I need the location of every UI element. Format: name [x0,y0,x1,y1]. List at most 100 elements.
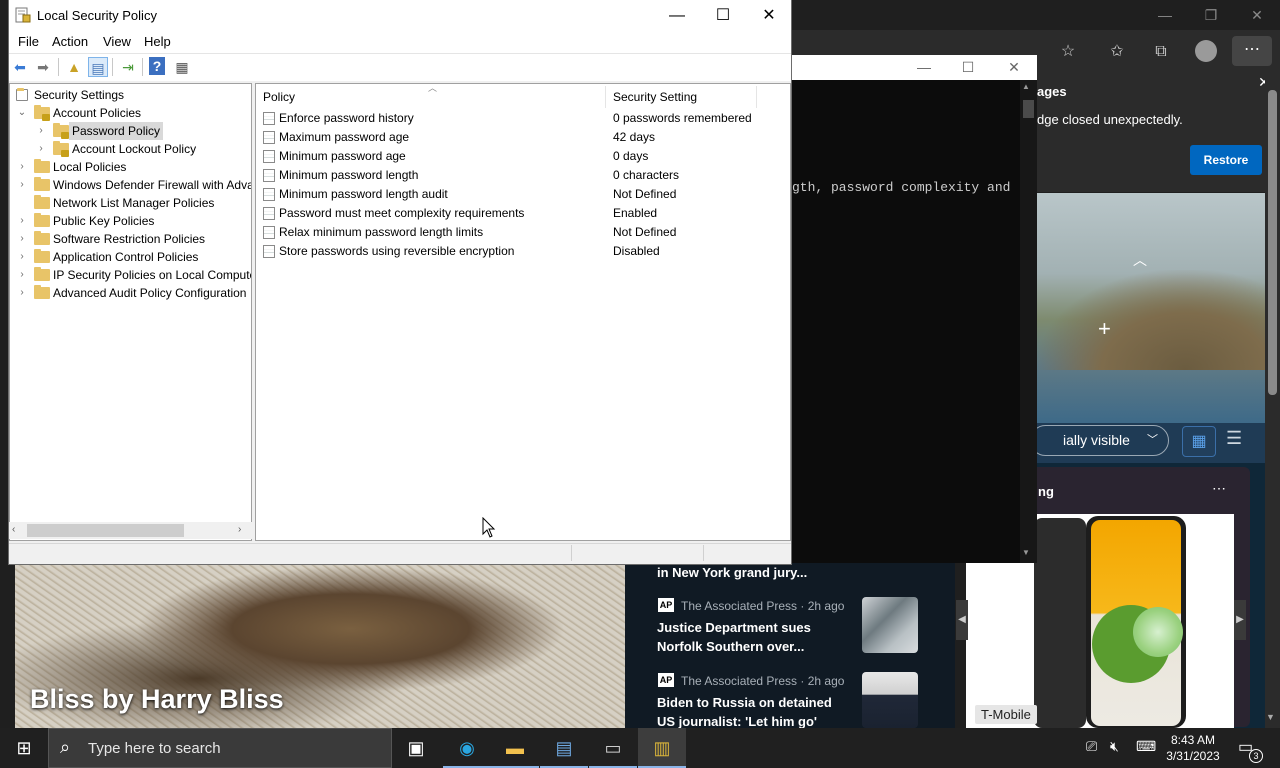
collapse-chevron-icon[interactable]: › [16,176,28,194]
collapse-chevron-icon[interactable]: › [16,266,28,284]
policy-row[interactable]: Minimum password length audit Not Defined [256,185,790,204]
policy-name: Maximum password age [279,130,410,144]
menu-action[interactable]: Action [52,34,88,49]
console-close-button[interactable]: ✕ [994,55,1034,80]
show-hide-tree-icon[interactable]: ▤ [88,57,108,77]
list-view-icon[interactable]: ☰ [1226,428,1242,449]
column-divider[interactable] [605,86,606,108]
collapse-chevron-icon[interactable]: › [16,212,28,230]
grid-view-icon[interactable]: ▦ [1182,426,1216,457]
profile-avatar[interactable] [1195,40,1217,62]
scroll-left-icon[interactable]: ‹ [12,524,15,535]
tree-item[interactable]: ⌄ Account Policies [10,104,251,122]
chevron-up-icon[interactable]: ︿ [1133,250,1147,270]
edge-minimize-button[interactable]: — [1142,0,1188,30]
tree-item[interactable]: › Local Policies [10,158,251,176]
scroll-right-icon[interactable]: › [238,524,241,535]
export-list-icon[interactable]: ⇥ [118,57,138,77]
network-icon[interactable]: ⎚ [1086,738,1097,755]
collapse-chevron-icon[interactable]: › [35,140,47,158]
hill-image [1037,270,1265,370]
policy-row[interactable]: Enforce password history 0 passwords reme… [256,109,790,128]
server-manager-icon[interactable]: ▤ [540,728,588,768]
news-headline[interactable]: in New York grand jury... [657,563,847,582]
close-button[interactable]: ✕ [746,0,792,31]
carousel-left-icon[interactable]: ◀ [956,600,968,640]
back-arrow-icon[interactable]: ⬅ [10,57,30,77]
more-options-icon[interactable]: ⋯ [1232,36,1272,66]
forward-arrow-icon[interactable]: ➡ [33,57,53,77]
policy-row[interactable]: Password must meet complexity requiremen… [256,204,790,223]
menu-file[interactable]: File [18,34,39,49]
minimize-button[interactable]: — [654,0,700,31]
tree-item[interactable]: › Software Restriction Policies [10,230,251,248]
tree-item[interactable]: › IP Security Policies on Local Compute [10,266,251,284]
menu-view[interactable]: View [103,34,131,49]
favorite-star-icon[interactable]: ☆ [1056,40,1080,64]
console-scrollbar[interactable] [1020,80,1037,563]
carousel-right-icon[interactable]: ▶ [1234,600,1246,640]
tree-item[interactable]: › Password Policy [10,122,251,140]
menu-help[interactable]: Help [144,34,171,49]
console-maximize-button[interactable]: ☐ [948,55,988,80]
column-header-security-setting[interactable]: Security Setting [613,90,697,104]
scroll-up-icon[interactable]: ▲ [1022,82,1030,91]
tree-scroll-thumb[interactable] [27,524,184,537]
up-folder-icon[interactable]: ▲ [64,57,84,77]
comic-title[interactable]: Bliss by Harry Bliss [30,684,284,715]
collapse-chevron-icon[interactable]: › [35,122,47,140]
keyboard-icon[interactable]: ⌨ [1136,738,1156,755]
news-thumbnail[interactable] [862,597,918,653]
restore-pages-message: dge closed unexpectedly. [1037,112,1183,127]
expand-chevron-icon[interactable]: ⌄ [16,104,28,122]
properties-icon[interactable]: ▦ [172,57,192,77]
tree-item[interactable]: › Advanced Audit Policy Configuration [10,284,251,302]
collapse-chevron-icon[interactable]: › [16,248,28,266]
task-view-icon[interactable]: ▣ [392,728,440,768]
tree-item[interactable]: Security Settings [10,86,251,104]
tree-item[interactable]: Network List Manager Policies [10,194,251,212]
help-icon[interactable]: ? [149,57,165,75]
policy-row[interactable]: Store passwords using reversible encrypt… [256,242,790,261]
edge-scroll-thumb[interactable] [1268,90,1277,395]
maximize-button[interactable]: ☐ [700,0,746,31]
policy-row[interactable]: Maximum password age 42 days [256,128,790,147]
clock[interactable]: 8:43 AM 3/31/2023 [1163,732,1223,764]
edge-close-button[interactable]: ✕ [1234,0,1280,30]
file-explorer-icon[interactable]: ▬ [491,728,539,768]
more-icon[interactable]: ⋯ [1212,480,1226,497]
scroll-down-icon[interactable]: ▼ [1266,712,1275,722]
policy-row[interactable]: Minimum password age 0 days [256,147,790,166]
news-headline[interactable]: Biden to Russia on detained US journalis… [657,693,847,728]
tree-item[interactable]: › Account Lockout Policy [10,140,251,158]
edge-restore-button[interactable]: ❐ [1188,0,1234,30]
collapse-chevron-icon[interactable]: › [16,284,28,302]
news-headline[interactable]: Justice Department sues Norfolk Southern… [657,618,847,656]
command-prompt-icon[interactable]: ▭ [589,728,637,768]
local-security-policy-taskbar-icon[interactable]: ▥ [638,728,686,768]
console-scroll-thumb[interactable] [1023,100,1034,118]
edge-taskbar-icon[interactable]: ◉ [443,728,491,768]
collapse-chevron-icon[interactable]: › [16,158,28,176]
tree-item[interactable]: › Public Key Policies [10,212,251,230]
security-policy-icon [15,7,31,23]
policy-row[interactable]: Relax minimum password length limits Not … [256,223,790,242]
policy-name: Relax minimum password length limits [279,225,484,239]
news-thumbnail[interactable] [862,672,918,728]
favorites-icon[interactable]: ✩ [1105,40,1129,64]
tree-item[interactable]: › Application Control Policies [10,248,251,266]
scroll-down-icon[interactable]: ▼ [1022,548,1030,557]
collections-icon[interactable]: ⧉ [1149,40,1173,64]
tree-item[interactable]: › Windows Defender Firewall with Adva [10,176,251,194]
column-divider[interactable] [756,86,757,108]
visibility-select[interactable]: ially visible ﹀ [1030,425,1169,456]
column-header-policy[interactable]: Policy [263,90,295,104]
volume-muted-icon[interactable]: 🔇︎ [1110,738,1119,755]
collapse-chevron-icon[interactable]: › [16,230,28,248]
windows-start-icon[interactable]: ⊞ [0,728,48,768]
policy-icon [263,207,275,220]
console-minimize-button[interactable]: — [904,55,944,80]
restore-button[interactable]: Restore [1190,145,1262,175]
add-icon[interactable]: + [1098,316,1111,342]
policy-row[interactable]: Minimum password length 0 characters [256,166,790,185]
